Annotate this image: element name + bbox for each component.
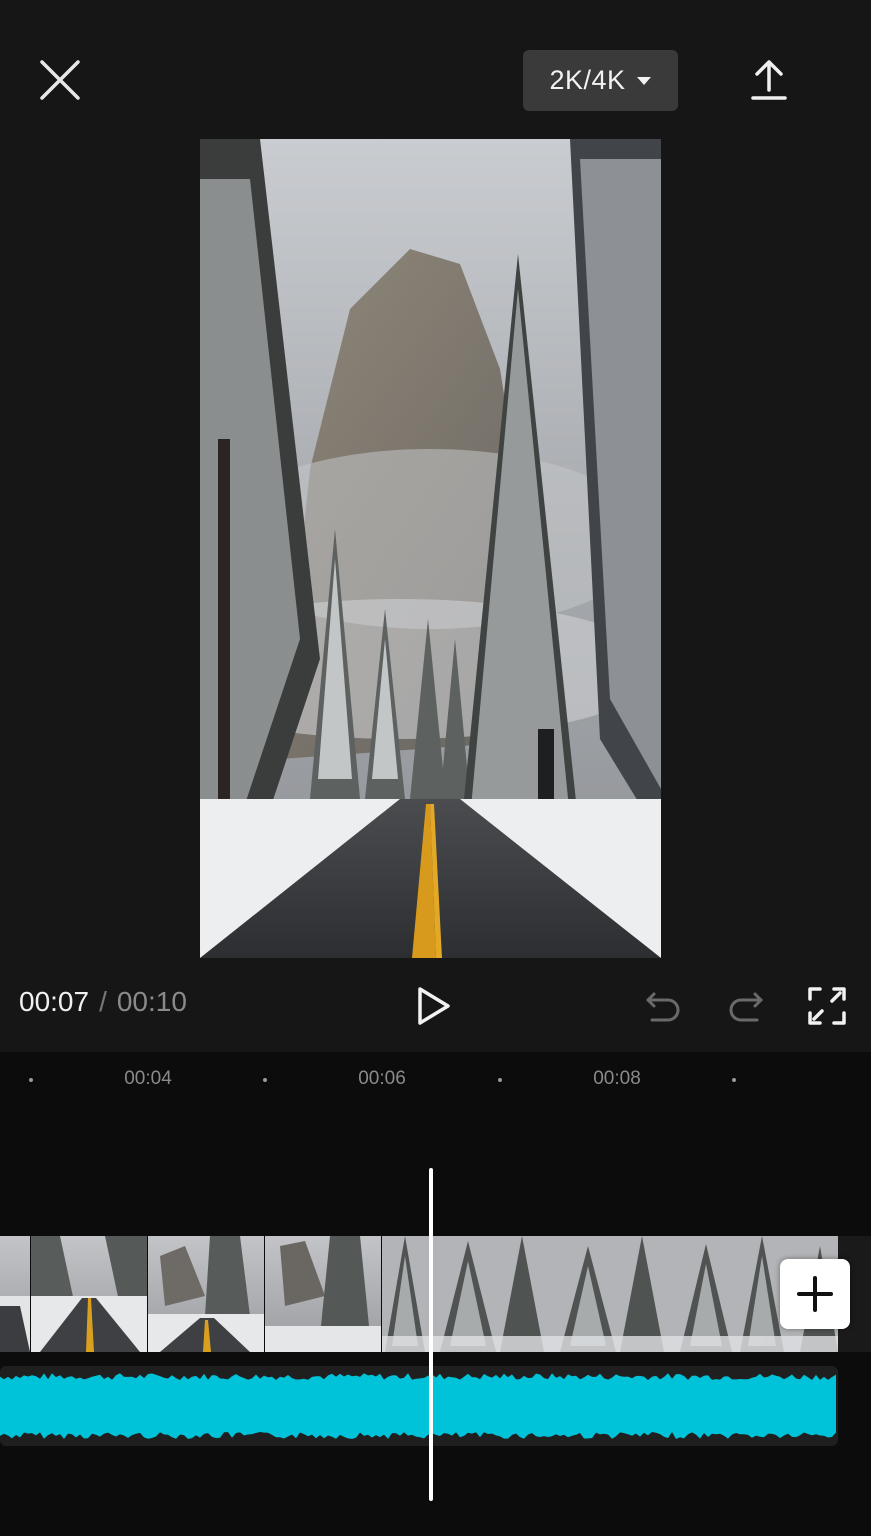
export-button[interactable] — [745, 56, 793, 106]
playhead[interactable] — [429, 1168, 433, 1501]
play-button[interactable] — [410, 984, 454, 1028]
clip-thumbnails — [0, 1236, 838, 1352]
time-display: 00:07 / 00:10 — [19, 986, 187, 1018]
video-preview[interactable] — [200, 139, 661, 958]
redo-icon — [729, 992, 763, 1022]
fullscreen-button[interactable] — [806, 985, 848, 1027]
current-time: 00:07 — [19, 986, 90, 1017]
ruler-tick — [498, 1078, 502, 1082]
resolution-label: 2K/4K — [549, 65, 626, 95]
plus-icon — [797, 1276, 833, 1312]
redo-button[interactable] — [725, 986, 765, 1026]
total-time: 00:10 — [116, 986, 187, 1017]
upload-icon — [751, 60, 787, 100]
ruler-tick — [263, 1078, 267, 1082]
undo-icon — [646, 992, 680, 1022]
close-button[interactable] — [36, 56, 84, 104]
resolution-dropdown[interactable]: 2K/4K — [523, 50, 678, 111]
ruler-tick — [732, 1078, 736, 1082]
time-separator: / — [99, 986, 107, 1017]
video-clip-track[interactable] — [0, 1236, 838, 1352]
ruler-tick — [29, 1078, 33, 1082]
audio-waveform — [0, 1373, 836, 1439]
video-frame-image — [200, 139, 661, 958]
add-clip-button[interactable] — [780, 1259, 850, 1329]
ruler-label: 00:08 — [593, 1068, 641, 1089]
play-icon — [418, 987, 450, 1025]
ruler-label: 00:04 — [124, 1068, 172, 1089]
close-icon — [40, 60, 80, 100]
undo-button[interactable] — [644, 986, 684, 1026]
fullscreen-icon — [808, 987, 846, 1025]
audio-track[interactable] — [0, 1366, 838, 1446]
ruler-label: 00:06 — [358, 1068, 406, 1089]
caret-down-icon — [636, 76, 651, 85]
